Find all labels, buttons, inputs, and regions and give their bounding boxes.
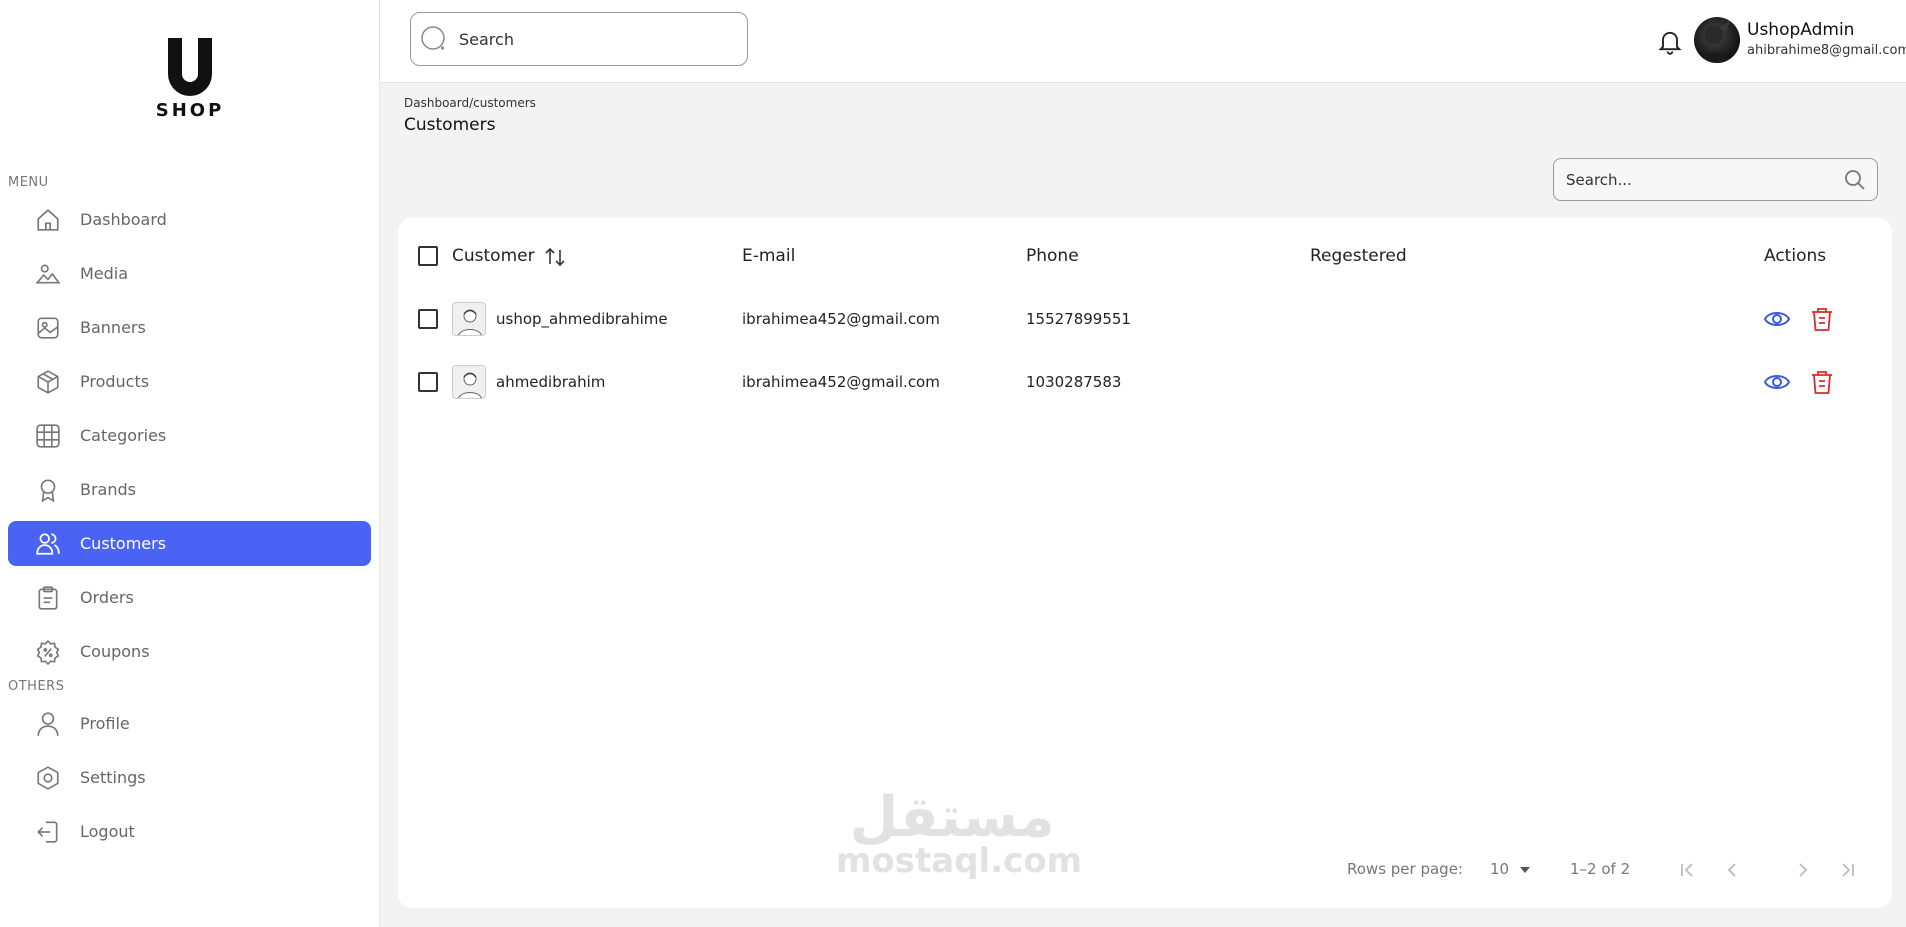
sidebar-item-label: Brands (80, 480, 136, 499)
users-icon (34, 530, 62, 558)
sidebar-item-label: Profile (80, 714, 130, 733)
sidebar-item-label: Media (80, 264, 129, 283)
sidebar-item-label: Orders (80, 588, 134, 607)
menu-section-label: MENU (8, 175, 49, 190)
sidebar-item-customers[interactable]: Customers (8, 521, 371, 566)
home-icon (34, 206, 62, 234)
sidebar-item-categories[interactable]: Categories (8, 413, 371, 458)
row-checkbox[interactable] (418, 309, 438, 329)
first-page-icon[interactable] (1675, 858, 1699, 882)
customer-phone: 1030287583 (1026, 373, 1122, 391)
sidebar-item-label: Dashboard (80, 210, 167, 229)
table-search[interactable] (1553, 158, 1878, 201)
column-header-phone: Phone (1026, 246, 1079, 266)
customer-email: ibrahimea452@gmail.com (742, 310, 940, 328)
user-icon (34, 710, 62, 738)
table-search-input[interactable] (1566, 170, 1826, 189)
search-icon (419, 24, 449, 54)
logo-text: SHOP (155, 100, 225, 121)
eye-icon[interactable] (1763, 305, 1791, 333)
others-section-label: OTHERS (8, 679, 65, 694)
sidebar-item-settings[interactable]: Settings (8, 755, 371, 800)
customer-name: ushop_ahmedibrahime (496, 310, 668, 328)
customer-avatar (452, 302, 486, 336)
sort-icon[interactable] (544, 246, 566, 272)
user-avatar[interactable] (1694, 17, 1740, 63)
sidebar-item-dashboard[interactable]: Dashboard (8, 197, 371, 242)
sidebar-item-label: Customers (80, 534, 167, 553)
sidebar-item-profile[interactable]: Profile (8, 701, 371, 746)
customer-name: ahmedibrahim (496, 373, 606, 391)
pagination-range: 1–2 of 2 (1570, 860, 1631, 878)
search-icon[interactable] (1843, 168, 1867, 192)
column-header-email: E-mail (742, 246, 796, 266)
rows-per-page-label: Rows per page: (1347, 860, 1463, 878)
sidebar-item-label: Categories (80, 426, 167, 445)
coupon-icon (34, 638, 62, 666)
sidebar-item-banners[interactable]: Banners (8, 305, 371, 350)
customer-phone: 15527899551 (1026, 310, 1131, 328)
top-bar: UshopAdmin ahibrahime8@gmail.com (380, 0, 1906, 83)
breadcrumb[interactable]: Dashboard/customers (404, 96, 536, 110)
u-logo-icon (168, 38, 212, 96)
ushop-logo[interactable]: SHOP (150, 36, 230, 128)
select-all-checkbox[interactable] (418, 246, 438, 266)
sidebar-item-orders[interactable]: Orders (8, 575, 371, 620)
sidebar-item-label: Banners (80, 318, 146, 337)
column-header-customer[interactable]: Customer (452, 246, 535, 266)
sidebar-item-label: Products (80, 372, 150, 391)
sidebar: SHOP MENU Dashboard Media Banners Produc… (0, 0, 380, 927)
customer-avatar (452, 365, 486, 399)
mostaql-watermark: مستقل mostaql.com (836, 785, 1083, 881)
banner-icon (34, 314, 62, 342)
user-email: ahibrahime8@gmail.com (1747, 43, 1906, 58)
row-checkbox[interactable] (418, 372, 438, 392)
trash-icon[interactable] (1808, 305, 1836, 333)
caret-down-icon (1519, 860, 1531, 878)
watermark-arabic: مستقل (849, 785, 1055, 850)
column-header-actions: Actions (1764, 246, 1827, 266)
sidebar-item-products[interactable]: Products (8, 359, 371, 404)
customer-email: ibrahimea452@gmail.com (742, 373, 940, 391)
sidebar-item-label: Coupons (80, 642, 150, 661)
sidebar-item-media[interactable]: Media (8, 251, 371, 296)
sidebar-item-coupons[interactable]: Coupons (8, 629, 371, 674)
column-header-registered: Regestered (1310, 246, 1407, 266)
user-name: UshopAdmin (1747, 20, 1855, 40)
watermark-latin: mostaql.com (836, 841, 1083, 881)
grid-icon (34, 422, 62, 450)
previous-page-icon[interactable] (1720, 858, 1744, 882)
sidebar-item-logout[interactable]: Logout (8, 809, 371, 854)
sidebar-item-brands[interactable]: Brands (8, 467, 371, 512)
customers-table: Customer E-mail Phone Regestered Actions… (398, 218, 1892, 908)
sidebar-item-label: Settings (80, 768, 146, 787)
rows-per-page-select[interactable]: 10 (1490, 860, 1531, 878)
clipboard-icon (34, 584, 62, 612)
sidebar-item-label: Logout (80, 822, 135, 841)
logout-icon (34, 818, 62, 846)
global-search[interactable] (410, 12, 748, 66)
settings-icon (34, 764, 62, 792)
next-page-icon[interactable] (1791, 858, 1815, 882)
award-icon (34, 476, 62, 504)
rows-per-page-value: 10 (1490, 860, 1510, 878)
box-icon (34, 368, 62, 396)
last-page-icon[interactable] (1836, 858, 1860, 882)
eye-icon[interactable] (1763, 368, 1791, 396)
bell-icon[interactable] (1656, 26, 1684, 56)
global-search-input[interactable] (459, 29, 719, 49)
image-icon (34, 260, 62, 288)
trash-icon[interactable] (1808, 368, 1836, 396)
page-title: Customers (404, 115, 496, 135)
